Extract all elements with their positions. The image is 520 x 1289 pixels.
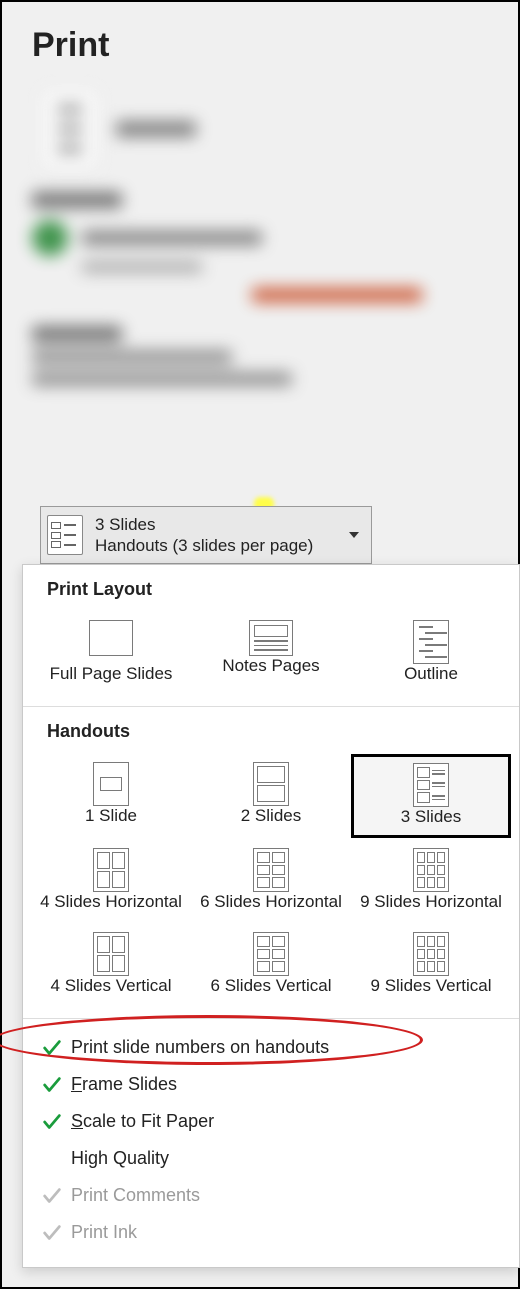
check-icon [41, 1185, 63, 1207]
notes-pages-icon [249, 620, 293, 656]
option-1-slide[interactable]: 1 Slide [31, 754, 191, 838]
option-frame-slides[interactable]: Frame Slides [23, 1066, 519, 1103]
label-2-slides: 2 Slides [241, 806, 301, 826]
option-4-slides-vertical[interactable]: 4 Slides Vertical [31, 924, 191, 1006]
label-9v: 9 Slides Vertical [371, 976, 492, 996]
dropdown-line2: Handouts (3 slides per page) [95, 535, 343, 556]
option-print-comments: Print Comments [23, 1177, 519, 1214]
check-icon [41, 1037, 63, 1059]
one-slide-icon [93, 762, 129, 806]
option-6-slides-vertical[interactable]: 6 Slides Vertical [191, 924, 351, 1006]
background-blurred [22, 72, 502, 512]
label-4h: 4 Slides Horizontal [40, 892, 182, 912]
chevron-down-icon [349, 532, 359, 538]
option-9-slides-vertical[interactable]: 9 Slides Vertical [351, 924, 511, 1006]
option-print-ink: Print Ink [23, 1214, 519, 1251]
full-page-slides-icon [89, 620, 133, 656]
option-print-slide-numbers[interactable]: Print slide numbers on handouts [23, 1029, 519, 1066]
label-outline: Outline [404, 664, 458, 684]
label-3-slides: 3 Slides [401, 807, 461, 827]
nine-v-icon [413, 932, 449, 976]
label-print-ink: Print Ink [71, 1222, 137, 1243]
label-6h: 6 Slides Horizontal [200, 892, 342, 912]
option-3-slides[interactable]: 3 Slides [351, 754, 511, 838]
label-6v: 6 Slides Vertical [211, 976, 332, 996]
option-high-quality[interactable]: High Quality [23, 1140, 519, 1177]
label-print-slide-numbers: Print slide numbers on handouts [71, 1037, 329, 1058]
handouts-heading: Handouts [23, 707, 519, 748]
four-h-icon [93, 848, 129, 892]
option-outline[interactable]: Outline [351, 612, 511, 694]
layout-dropdown-button[interactable]: 3 Slides Handouts (3 slides per page) [40, 506, 372, 564]
nine-h-icon [413, 848, 449, 892]
layout-dropdown-panel: Print Layout Full Page Slides Notes Page… [22, 564, 520, 1268]
check-icon [41, 1074, 63, 1096]
check-icon [41, 1222, 63, 1244]
six-h-icon [253, 848, 289, 892]
label-notes-pages: Notes Pages [222, 656, 319, 676]
label-9h: 9 Slides Horizontal [360, 892, 502, 912]
label-high-quality: High Quality [71, 1148, 169, 1169]
check-icon [41, 1111, 63, 1133]
option-9-slides-horizontal[interactable]: 9 Slides Horizontal [351, 840, 511, 922]
three-slides-icon [47, 515, 83, 555]
two-slides-icon [253, 762, 289, 806]
label-4v: 4 Slides Vertical [51, 976, 172, 996]
page-title: Print [32, 26, 109, 65]
option-notes-pages[interactable]: Notes Pages [191, 612, 351, 694]
option-6-slides-horizontal[interactable]: 6 Slides Horizontal [191, 840, 351, 922]
three-slides-handout-icon [413, 763, 449, 807]
option-full-page-slides[interactable]: Full Page Slides [31, 612, 191, 694]
option-2-slides[interactable]: 2 Slides [191, 754, 351, 838]
six-v-icon [253, 932, 289, 976]
label-scale-to-fit: Scale to Fit Paper [71, 1111, 214, 1132]
option-scale-to-fit[interactable]: Scale to Fit Paper [23, 1103, 519, 1140]
label-frame-slides: Frame Slides [71, 1074, 177, 1095]
label-print-comments: Print Comments [71, 1185, 200, 1206]
label-full-page: Full Page Slides [50, 664, 173, 684]
print-layout-heading: Print Layout [23, 565, 519, 606]
outline-icon [413, 620, 449, 664]
four-v-icon [93, 932, 129, 976]
option-4-slides-horizontal[interactable]: 4 Slides Horizontal [31, 840, 191, 922]
label-1-slide: 1 Slide [85, 806, 137, 826]
dropdown-line1: 3 Slides [95, 514, 343, 535]
options-list: Print slide numbers on handouts Frame Sl… [23, 1018, 519, 1267]
